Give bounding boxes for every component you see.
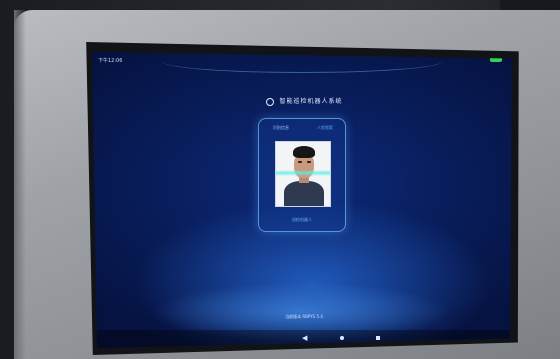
status-time: 下午12:06	[98, 58, 123, 64]
face-scan-line	[276, 170, 330, 176]
version-text: 当前版本 RBPYS 5.4	[285, 314, 323, 319]
face-recognition-panel: 识别信息 人脸搜索 巡检机器人	[258, 118, 346, 232]
app-title: 智能巡检机器人系统	[279, 98, 343, 105]
back-icon[interactable]: ◀	[302, 334, 307, 343]
kiosk-edge-shadow	[14, 10, 26, 359]
panel-label: 巡检机器人	[292, 217, 312, 222]
panel-tabs: 识别信息 人脸搜索	[259, 125, 345, 133]
face-photo	[275, 141, 331, 207]
tab-recognition-info[interactable]: 识别信息	[273, 125, 289, 131]
photo-eye-right	[307, 161, 311, 163]
home-icon[interactable]	[340, 334, 344, 343]
tablet-screen: 下午12:06 智能巡检机器人系统 识别信息 人脸搜索 巡检机器人 当前版本 R…	[92, 52, 512, 348]
photo-shirt	[284, 181, 324, 206]
app-title-row: 智能巡检机器人系统	[92, 96, 512, 106]
tab-face-search[interactable]: 人脸搜索	[317, 125, 333, 131]
app-logo-icon	[265, 97, 274, 106]
photo-eye-left	[298, 161, 302, 163]
photo-hair	[293, 146, 315, 158]
